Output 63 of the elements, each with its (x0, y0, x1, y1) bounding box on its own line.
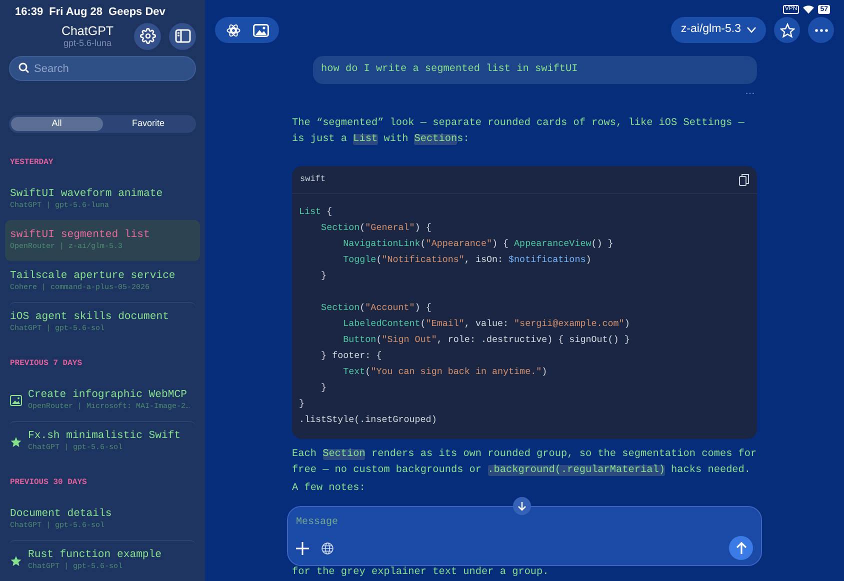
code-line: NavigationLink("Appearance") { AppearanceView() } (342, 237, 614, 251)
model-subtitle: gpt-5.6-luna (63, 38, 112, 48)
code-line: Section("General") { (320, 221, 432, 235)
arrow-up-icon (736, 542, 746, 554)
arrow-down-icon (518, 502, 526, 510)
send-button[interactable] (729, 536, 753, 560)
image-icon (253, 24, 269, 36)
code-line: .listStyle(.insetGrouped) (299, 413, 437, 427)
image-icon (10, 394, 22, 406)
code-language: swift (300, 173, 326, 186)
user-message: how do I write a segmented list in swiftUI (313, 56, 757, 84)
status-date: Fri Aug 28 (49, 5, 103, 20)
globe-icon[interactable] (321, 542, 334, 554)
code-line: Button("Sign Out", role: .destructive) { signOut() } (342, 333, 630, 347)
wifi-icon (803, 5, 814, 14)
section-header: PREVIOUS 30 DAYS (9, 476, 88, 488)
more-icon (814, 28, 828, 32)
filter-tab[interactable]: All (11, 117, 102, 130)
scroll-down-button[interactable] (513, 497, 531, 515)
conversation-title: Create infographic WebMCP (28, 388, 188, 402)
search-icon (18, 62, 30, 74)
code-line: } footer: { (320, 349, 382, 363)
message-options[interactable]: … (745, 86, 755, 104)
code-line: Text("You can sign back in anytime.") (342, 365, 548, 379)
notes-heading: A few notes: (292, 482, 366, 496)
code-line: LabeledContent("Email", value: "sergii@example.com") (342, 317, 630, 331)
code-line: } (299, 397, 305, 411)
sidebar-toggle-button[interactable] (169, 22, 196, 50)
add-icon[interactable] (296, 542, 309, 554)
conversation-title: Rust function example (28, 548, 162, 562)
chevron-down-icon (747, 27, 756, 33)
settings-button[interactable] (134, 22, 161, 50)
section-header: YESTERDAY (9, 156, 54, 168)
device-name: Geeps Dev (108, 5, 166, 20)
star-icon (780, 22, 794, 38)
more-button[interactable] (808, 17, 834, 43)
code-line: Section("Account") { (320, 301, 432, 315)
code-line: } (320, 269, 327, 283)
code-line: List { (299, 205, 332, 219)
star-icon (10, 554, 22, 566)
filter-tab[interactable]: Favorite (102, 117, 194, 130)
star-icon (10, 436, 22, 448)
copy-icon[interactable] (739, 174, 749, 186)
code-line: } (320, 381, 327, 395)
assistant-paragraph: Each Section renders as its own rounded group, so the segmentation comes for free — no custom backgrounds or .background(.regularMaterial) hacks needed. (292, 448, 757, 478)
conversation-title: Tailscale aperture service (10, 268, 176, 282)
search-field[interactable]: Search (9, 56, 196, 81)
assistant-paragraph: for the grey explainer text under a group. (291, 566, 550, 580)
model-picker[interactable]: z-ai/glm-5.3 (670, 17, 766, 43)
settings-icon (140, 28, 156, 44)
status-time: 16:39 (15, 5, 44, 20)
assistant-paragraph: The “segmented” look — separate rounded cards of rows, like iOS Settings — is just a List with Sections: (292, 116, 746, 147)
section-header: PREVIOUS 7 DAYS (9, 358, 84, 370)
conversation-title: iOS agent skills document (10, 310, 169, 324)
conversation-title: Document details (10, 506, 112, 520)
sidebar-title: ChatGPT (61, 24, 114, 38)
conversation-title: swiftUI segmented list (10, 228, 150, 242)
conversation-title: Fx.sh minimalistic Swift (28, 429, 181, 443)
message-input[interactable]: Message (296, 515, 753, 530)
code-line: Toggle("Notifications", isOn: $notifications) (342, 253, 592, 267)
favorite-button[interactable] (774, 17, 800, 43)
sidebar-icon (174, 29, 190, 43)
conversation-title: SwiftUI waveform animate (10, 186, 163, 200)
